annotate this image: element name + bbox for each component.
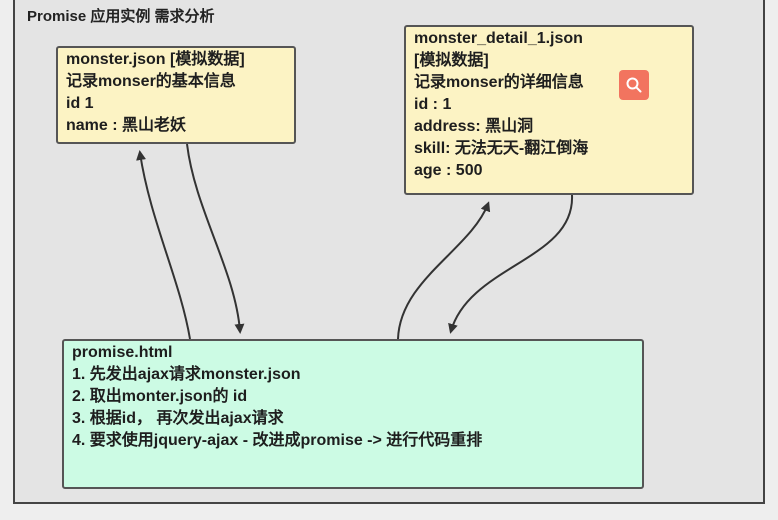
box-line: address: 黑山洞	[414, 118, 534, 135]
arrow-monster-to-promise	[186, 143, 245, 334]
box-line: 1. 先发出ajax请求monster.json	[72, 366, 301, 383]
box-line: monster.json [模拟数据]	[66, 51, 245, 68]
box-line: 3. 根据id， 再次发出ajax请求	[72, 410, 284, 427]
box-line: skill: 无法无天-翻江倒海	[414, 140, 589, 157]
box-line: promise.html	[72, 344, 173, 361]
promise-html-box: promise.html 1. 先发出ajax请求monster.json 2.…	[62, 339, 644, 489]
box-line: [模拟数据]	[414, 52, 489, 69]
search-icon	[626, 77, 642, 93]
monster-detail-json-box: monster_detail_1.json [模拟数据] 记录monser的详细…	[404, 25, 694, 195]
box-line: 4. 要求使用jquery-ajax - 改进成promise -> 进行代码重…	[72, 432, 483, 449]
monster-json-box: monster.json [模拟数据] 记录monser的基本信息 id 1 n…	[56, 46, 296, 144]
arrow-promise-to-monster	[136, 150, 191, 340]
box-line: monster_detail_1.json	[414, 30, 583, 47]
search-button[interactable]	[619, 70, 649, 100]
box-line: 记录monser的基本信息	[66, 73, 236, 90]
box-line: age : 500	[414, 162, 483, 179]
box-line: name : 黑山老妖	[66, 117, 187, 134]
arrow-promise-to-detail	[397, 201, 491, 340]
box-line: 2. 取出monter.json的 id	[72, 388, 248, 405]
arrow-detail-to-promise	[448, 194, 574, 334]
box-line: id 1	[66, 95, 94, 112]
